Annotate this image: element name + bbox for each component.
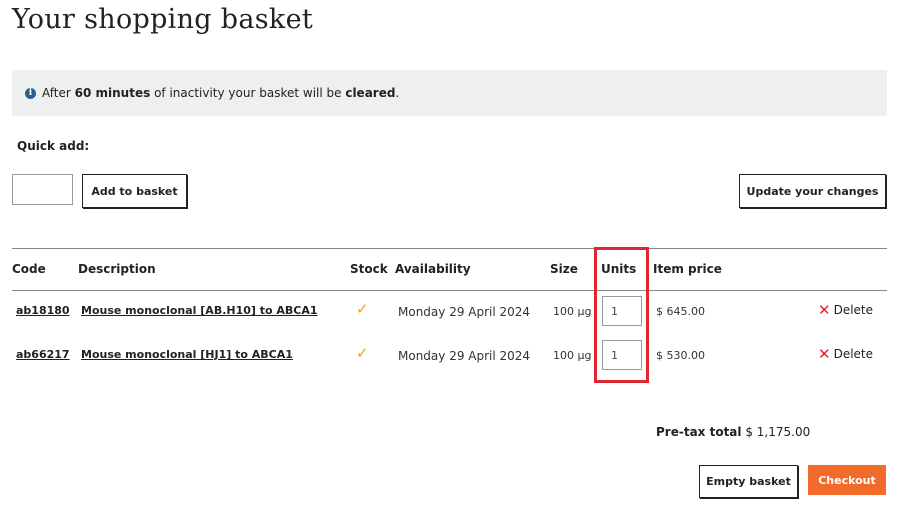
empty-basket-button[interactable]: Empty basket bbox=[699, 465, 798, 498]
quick-add-label: Quick add: bbox=[17, 139, 90, 153]
product-description-link[interactable]: Mouse monoclonal [AB.H10] to ABCA1 bbox=[81, 304, 318, 317]
size-text: 100 µg bbox=[553, 305, 592, 318]
notice-cleared: cleared bbox=[345, 86, 396, 100]
delete-label: Delete bbox=[833, 347, 874, 361]
delete-button[interactable]: ✕ Delete bbox=[818, 301, 873, 319]
quick-add-input[interactable] bbox=[12, 174, 73, 205]
delete-label: Delete bbox=[833, 303, 874, 317]
notice-text: After 60 minutes of inactivity your bask… bbox=[42, 86, 399, 100]
availability-text: Monday 29 April 2024 bbox=[398, 349, 531, 363]
notice-middle: of inactivity your basket will be bbox=[150, 86, 346, 100]
header-availability: Availability bbox=[395, 262, 471, 276]
item-price: $ 645.00 bbox=[656, 305, 705, 318]
delete-x-icon: ✕ bbox=[818, 345, 831, 363]
header-units: Units bbox=[601, 262, 637, 276]
info-icon: i bbox=[25, 87, 36, 99]
notice-prefix: After bbox=[42, 86, 75, 100]
product-code-link[interactable]: ab66217 bbox=[16, 348, 70, 361]
units-input[interactable] bbox=[602, 296, 642, 326]
total-value: $ 1,175.00 bbox=[745, 425, 811, 439]
availability-text: Monday 29 April 2024 bbox=[398, 305, 531, 319]
total-label: Pre-tax total bbox=[656, 425, 742, 439]
header-description: Description bbox=[78, 262, 156, 276]
product-description-link[interactable]: Mouse monoclonal [HJ1] to ABCA1 bbox=[81, 348, 293, 361]
notice-minutes: 60 minutes bbox=[74, 86, 151, 100]
table-divider-header bbox=[12, 290, 887, 291]
add-to-basket-button[interactable]: Add to basket bbox=[82, 174, 187, 208]
delete-button[interactable]: ✕ Delete bbox=[818, 345, 873, 363]
pre-tax-total: Pre-tax total $ 1,175.00 bbox=[656, 425, 810, 439]
checkout-button[interactable]: Checkout bbox=[808, 465, 886, 495]
notice-suffix: . bbox=[395, 86, 400, 100]
table-divider-top bbox=[12, 248, 887, 249]
product-code-link[interactable]: ab18180 bbox=[16, 304, 70, 317]
checkmark-icon: ✓ bbox=[356, 344, 369, 362]
size-text: 100 µg bbox=[553, 349, 592, 362]
units-input[interactable] bbox=[602, 340, 642, 370]
checkmark-icon: ✓ bbox=[356, 300, 369, 318]
header-item-price: Item price bbox=[653, 262, 722, 276]
page-title: Your shopping basket bbox=[12, 4, 313, 35]
header-stock: Stock bbox=[350, 262, 388, 276]
update-changes-button[interactable]: Update your changes bbox=[739, 174, 886, 208]
header-size: Size bbox=[550, 262, 578, 276]
header-code: Code bbox=[12, 262, 46, 276]
inactivity-notice: i After 60 minutes of inactivity your ba… bbox=[12, 70, 887, 116]
delete-x-icon: ✕ bbox=[818, 301, 831, 319]
item-price: $ 530.00 bbox=[656, 349, 705, 362]
